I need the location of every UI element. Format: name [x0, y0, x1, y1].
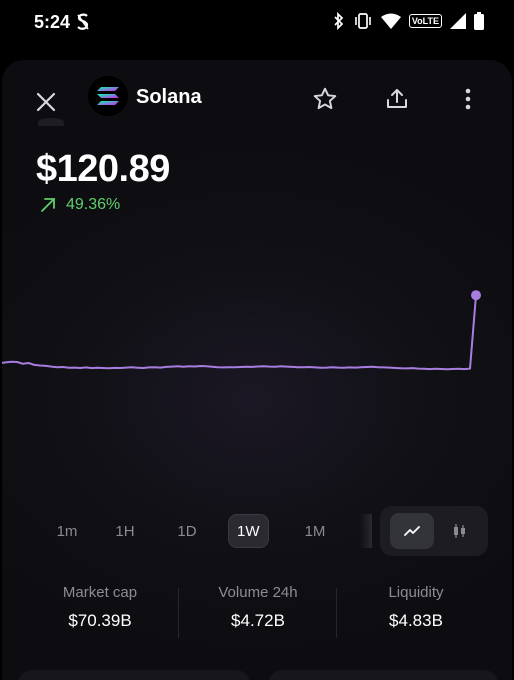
liquidity-stat: Liquidity $4.83B	[338, 584, 494, 631]
market-cap-value: $70.39B	[68, 611, 132, 630]
volume-stat: Volume 24h $4.72B	[180, 584, 336, 631]
liquidity-label: Liquidity	[388, 584, 444, 601]
line-chart-icon	[404, 526, 420, 536]
status-bar: 5:24 VoLTE	[0, 0, 514, 44]
favorite-button[interactable]	[308, 82, 342, 116]
candlestick-chart-button[interactable]	[442, 513, 478, 549]
app-notification-icon	[77, 13, 89, 30]
chart-type-toggle	[380, 506, 488, 556]
price-change: 49.36%	[40, 196, 120, 214]
bluetooth-icon	[334, 12, 344, 30]
market-cap-stat: Market cap $70.39B	[22, 584, 178, 631]
range-selector: 1m 1H 1D 1W 1M	[2, 504, 512, 560]
signal-icon	[450, 13, 466, 29]
volume-value: $4.72B	[231, 611, 285, 630]
volume-label: Volume 24h	[218, 584, 298, 601]
solana-logo-icon	[97, 87, 119, 105]
arrow-up-right-icon	[41, 198, 55, 212]
share-button[interactable]	[380, 82, 414, 116]
battery-icon	[474, 12, 484, 30]
price-change-value: 49.36%	[66, 196, 121, 213]
status-time: 5:24	[34, 12, 71, 32]
stat-divider	[178, 588, 179, 638]
stat-divider	[336, 588, 337, 638]
candlestick-icon	[454, 524, 465, 538]
wifi-icon	[380, 13, 401, 29]
close-button[interactable]	[28, 84, 64, 120]
more-vertical-icon	[465, 88, 471, 110]
range-1w-button[interactable]: 1W	[228, 514, 269, 548]
bottom-card[interactable]	[18, 670, 250, 680]
range-1d-button[interactable]: 1D	[168, 514, 206, 548]
close-icon	[36, 92, 56, 112]
token-detail-sheet: Solana $120.89 49.36% 1m 1H 1D 1W 1M Mar…	[2, 60, 512, 680]
price-chart-line	[2, 295, 477, 371]
liquidity-value: $4.83B	[389, 611, 443, 630]
range-1h-button[interactable]: 1H	[106, 514, 144, 548]
range-1month-button[interactable]: 1M	[296, 514, 334, 548]
token-price: $120.89	[36, 148, 170, 190]
price-chart-endpoint	[471, 290, 481, 301]
token-name: Solana	[136, 86, 202, 108]
token-logo	[88, 76, 128, 116]
market-cap-label: Market cap	[62, 584, 138, 601]
bottom-card[interactable]	[268, 670, 498, 680]
vibrate-icon	[355, 13, 371, 29]
token-stats: Market cap $70.39B Volume 24h $4.72B Liq…	[2, 584, 512, 648]
status-icons: VoLTE	[333, 12, 484, 30]
star-icon	[313, 87, 337, 110]
range-1m-button[interactable]: 1m	[48, 514, 86, 548]
more-options-button[interactable]	[454, 82, 482, 116]
share-icon	[387, 89, 407, 108]
price-chart[interactable]	[2, 230, 512, 420]
range-scroll-fade	[360, 514, 372, 548]
volte-badge: VoLTE	[408, 14, 442, 28]
line-chart-button[interactable]	[390, 513, 434, 549]
